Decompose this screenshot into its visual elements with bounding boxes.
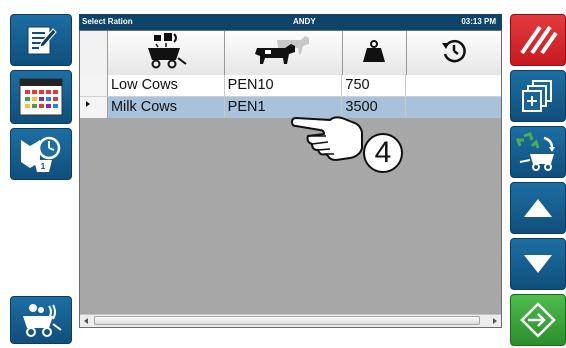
arrow-down-icon — [522, 253, 554, 275]
ingredient-loader-button[interactable] — [10, 296, 72, 344]
grid-header — [80, 31, 501, 76]
calendar-button[interactable] — [10, 70, 72, 124]
history-clock-icon — [441, 38, 467, 69]
current-row-indicator-icon — [86, 101, 90, 107]
pointing-hand-icon — [290, 112, 368, 169]
arrow-up-icon — [522, 197, 554, 219]
cows-icon — [251, 34, 315, 73]
clock-time: 03:13 PM — [461, 17, 496, 26]
bunk-schedule-icon: 1 — [18, 134, 64, 174]
recycle-mixer-button[interactable] — [510, 126, 566, 178]
row-header-current — [80, 97, 108, 118]
cancel-slash-icon — [518, 23, 558, 57]
enter-arrow-icon — [520, 302, 556, 338]
row-header — [80, 75, 108, 96]
column-header-mixer[interactable] — [107, 31, 225, 75]
bunk-schedule-button[interactable]: 1 — [10, 128, 72, 180]
row-header-corner — [80, 31, 108, 75]
weight-icon — [362, 39, 386, 68]
edit-note-button[interactable] — [10, 14, 72, 66]
ingredient-loader-icon — [19, 302, 63, 338]
extra-cell — [406, 97, 501, 118]
svg-text:1: 1 — [41, 162, 46, 171]
add-copy-button[interactable] — [510, 70, 566, 122]
cancel-button[interactable] — [510, 14, 566, 66]
amount-cell: 750 — [342, 75, 407, 96]
add-copy-icon — [521, 79, 555, 113]
edit-note-icon — [23, 22, 59, 58]
enter-button[interactable] — [510, 294, 566, 346]
screen-title: Select Ration — [82, 17, 133, 26]
pen-cell: PEN10 — [224, 75, 343, 96]
column-header-history[interactable] — [406, 31, 501, 75]
table-row[interactable]: Low Cows PEN10 750 — [80, 75, 501, 97]
feed-mixer-icon — [144, 32, 188, 75]
scroll-up-button[interactable] — [510, 182, 566, 234]
ration-name-cell: Milk Cows — [107, 97, 225, 118]
scroll-right-icon[interactable] — [493, 318, 497, 324]
column-header-weight[interactable] — [342, 31, 407, 75]
horizontal-scrollbar[interactable] — [80, 314, 501, 327]
user-name: ANDY — [293, 17, 316, 26]
ration-grid: Low Cows PEN10 750 Milk Cows PEN1 3500 — [79, 30, 502, 328]
callout-number: 4 — [363, 133, 403, 173]
scrollbar-thumb[interactable] — [94, 316, 480, 325]
ration-name-cell: Low Cows — [107, 75, 225, 96]
title-bar: Select Ration ANDY 03:13 PM — [79, 14, 502, 30]
recycle-mixer-icon — [516, 132, 560, 172]
scroll-left-icon[interactable] — [84, 318, 88, 324]
column-header-pen[interactable] — [224, 31, 343, 75]
extra-cell — [406, 75, 501, 96]
scroll-down-button[interactable] — [510, 238, 566, 290]
calendar-icon — [19, 78, 63, 116]
